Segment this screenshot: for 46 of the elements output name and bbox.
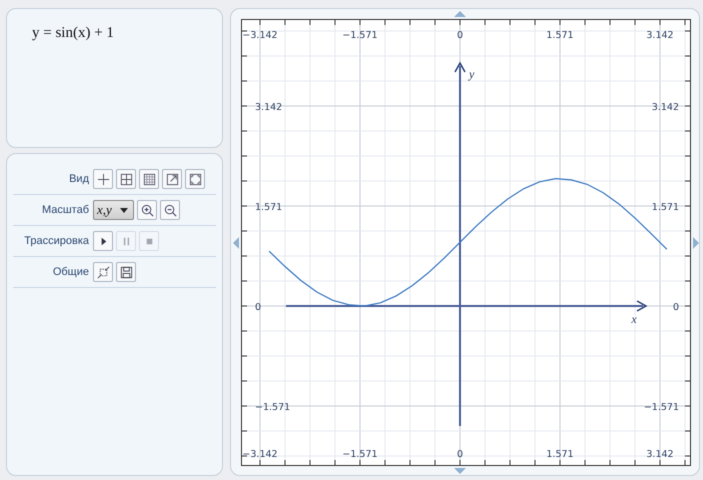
tick-label: −3.142 xyxy=(242,449,278,460)
axis-label: x xyxy=(631,312,637,326)
save-button[interactable] xyxy=(116,262,136,282)
grid-button[interactable] xyxy=(116,169,136,189)
grid-icon xyxy=(118,172,134,186)
toolbar-label: Общие xyxy=(52,266,89,278)
axes-icon xyxy=(96,172,110,186)
zoom-in-icon xyxy=(140,202,154,218)
tick-label: 3.142 xyxy=(646,449,674,460)
tick-label: −1.571 xyxy=(342,30,378,41)
tick-label: 3.142 xyxy=(646,30,674,41)
tick-label: 0 xyxy=(456,449,464,460)
fine-grid-icon xyxy=(142,172,156,186)
caret-icon xyxy=(120,208,128,212)
tick-label: 0 xyxy=(672,302,679,313)
zoom-out-icon xyxy=(162,202,178,218)
tick-label: −1.571 xyxy=(255,402,290,414)
axis-label: y xyxy=(469,67,474,81)
export-icon xyxy=(96,264,110,280)
tick-label: 0 xyxy=(456,30,464,41)
toolbar-label: Трассировка xyxy=(23,235,89,247)
tick-label: −1.571 xyxy=(644,402,679,414)
fit-button[interactable] xyxy=(185,169,205,189)
zoom-in-button[interactable] xyxy=(137,200,157,220)
export-button[interactable] xyxy=(93,262,113,282)
play-button[interactable] xyxy=(93,231,113,251)
tick-label: −3.142 xyxy=(242,30,278,41)
tick-label: 1.571 xyxy=(255,202,282,213)
toolbar-label: Масштаб xyxy=(40,204,89,216)
zoom-out-button[interactable] xyxy=(160,200,180,220)
expand-icon xyxy=(164,172,180,186)
fine-grid-button[interactable] xyxy=(139,169,159,189)
tick-label: 3.142 xyxy=(255,102,282,113)
save-icon xyxy=(118,264,134,280)
toolbar-label: Вид xyxy=(68,173,89,185)
tick-label: 0 xyxy=(255,302,262,313)
tick-label: 1.571 xyxy=(652,202,679,213)
tick-label: −1.571 xyxy=(342,449,378,460)
tick-label: 1.571 xyxy=(546,30,574,41)
axes-button[interactable] xyxy=(93,169,113,189)
scale-dropdown[interactable]: x,y xyxy=(93,200,134,220)
tick-label: 1.571 xyxy=(546,449,574,460)
tick-label: 3.142 xyxy=(652,102,679,113)
formula-text: y = sin(x) + 1 xyxy=(32,25,115,42)
fit-icon xyxy=(188,172,202,186)
expand-button[interactable] xyxy=(162,169,182,189)
